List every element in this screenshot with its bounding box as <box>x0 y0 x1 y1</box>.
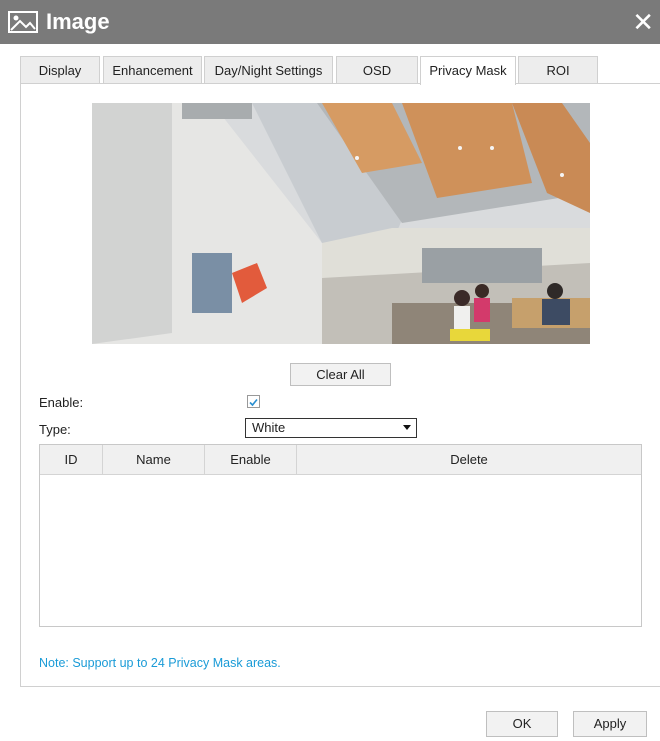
ok-button[interactable]: OK <box>486 711 558 737</box>
tab-osd[interactable]: OSD <box>336 56 418 83</box>
camera-preview[interactable] <box>92 103 590 344</box>
column-header-id: ID <box>40 445 103 474</box>
camera-preview-image <box>92 103 590 344</box>
privacy-mask-note: Note: Support up to 24 Privacy Mask area… <box>39 656 281 670</box>
tab-day-night-settings[interactable]: Day/Night Settings <box>204 56 333 83</box>
column-header-delete: Delete <box>450 452 488 467</box>
enable-label: Enable: <box>39 395 84 410</box>
close-icon[interactable]: ✕ <box>632 8 654 36</box>
enable-checkbox[interactable] <box>247 395 260 408</box>
image-icon <box>8 11 38 33</box>
checkmark-icon <box>249 398 258 407</box>
type-select-value: White <box>252 420 286 435</box>
type-label: Type: <box>39 422 71 437</box>
tab-enhancement[interactable]: Enhancement <box>103 56 202 83</box>
chevron-down-icon <box>403 425 411 430</box>
type-select[interactable]: White <box>245 418 417 438</box>
tab-display[interactable]: Display <box>20 56 100 83</box>
privacy-mask-table: ID Name Enable Delete <box>39 444 642 627</box>
clear-all-button[interactable]: Clear All <box>290 363 391 386</box>
column-header-name: Name <box>103 445 205 474</box>
dialog-title: Image <box>46 9 110 34</box>
tab-roi[interactable]: ROI <box>518 56 598 83</box>
apply-button[interactable]: Apply <box>573 711 647 737</box>
dialog-title-bar: Image ✕ <box>0 0 660 44</box>
column-header-enable: Enable <box>205 445 297 474</box>
table-header: ID Name Enable Delete <box>40 445 641 475</box>
tab-privacy-mask[interactable]: Privacy Mask <box>420 56 516 85</box>
